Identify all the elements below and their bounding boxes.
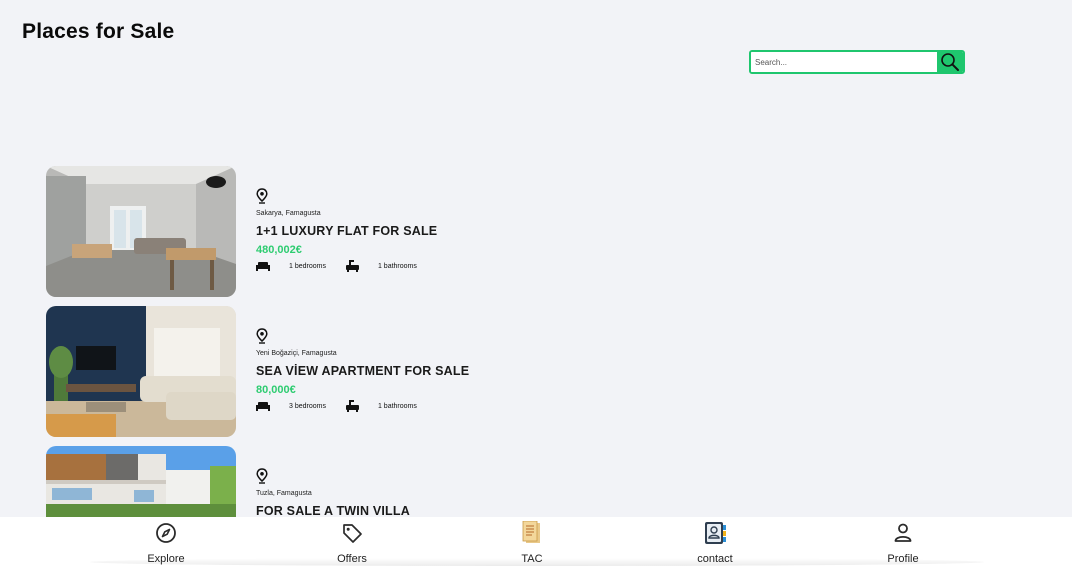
- bathtub-icon: [345, 400, 359, 412]
- tag-icon: [343, 524, 362, 543]
- nav-label: Profile: [887, 553, 919, 565]
- bathrooms-count: 1 bathrooms: [377, 262, 417, 270]
- bed-icon: [256, 261, 270, 271]
- listing-location: Yeni Boğaziçi, Famagusta: [256, 350, 337, 357]
- listing-card[interactable]: Yeni Boğaziçi, Famagusta SEA VİEW APARTM…: [46, 306, 746, 437]
- bathrooms-count: 1 bathrooms: [377, 402, 417, 410]
- nav-label: Explore: [147, 553, 185, 565]
- search-button[interactable]: [937, 52, 963, 72]
- listing-photo[interactable]: [46, 306, 236, 437]
- listing-title[interactable]: SEA VİEW APARTMENT FOR SALE: [256, 364, 469, 378]
- listing-photo[interactable]: [46, 446, 236, 517]
- bedrooms-count: 1 bedrooms: [289, 262, 326, 270]
- location-pin-icon: [256, 188, 268, 204]
- listing-card[interactable]: Tuzla, Famagusta FOR SALE A TWIN VILLA: [46, 446, 746, 517]
- search-input[interactable]: [751, 52, 937, 72]
- listing-location: Tuzla, Famagusta: [256, 490, 312, 497]
- user-icon: [894, 523, 912, 542]
- listing-info: Yeni Boğaziçi, Famagusta SEA VİEW APARTM…: [256, 328, 469, 412]
- nav-item-explore[interactable]: Explore: [126, 520, 206, 565]
- contact-book-icon: [705, 522, 726, 544]
- nav-item-tac[interactable]: TAC: [492, 520, 572, 565]
- listing-title[interactable]: FOR SALE A TWIN VILLA: [256, 504, 410, 517]
- listing-title[interactable]: 1+1 LUXURY FLAT FOR SALE: [256, 224, 437, 238]
- listings-list: Sakarya, Famagusta 1+1 LUXURY FLAT FOR S…: [46, 166, 746, 517]
- location-pin-icon: [256, 468, 268, 484]
- bedrooms-count: 3 bedrooms: [289, 402, 326, 410]
- listing-info: Sakarya, Famagusta 1+1 LUXURY FLAT FOR S…: [256, 188, 437, 272]
- listing-info: Tuzla, Famagusta FOR SALE A TWIN VILLA: [256, 468, 410, 517]
- nav-label: contact: [697, 553, 733, 565]
- document-icon: [522, 521, 540, 543]
- listing-features: 3 bedrooms 1 bathrooms: [256, 400, 469, 412]
- page-content: Places for Sale Search... Sakarya, Famag…: [0, 0, 1072, 517]
- page-title: Places for Sale: [22, 20, 175, 43]
- nav-item-contact[interactable]: contact: [675, 520, 755, 565]
- nav-item-offers[interactable]: Offers: [312, 520, 392, 565]
- bathtub-icon: [345, 260, 359, 272]
- listing-price: 480,002€: [256, 244, 302, 256]
- listing-features: 1 bedrooms 1 bathrooms: [256, 260, 437, 272]
- listing-card[interactable]: Sakarya, Famagusta 1+1 LUXURY FLAT FOR S…: [46, 166, 746, 297]
- search-bar: [749, 50, 965, 74]
- bottom-navigation: Explore Offers TAC contact Profile: [0, 517, 1074, 566]
- bed-icon: [256, 401, 270, 411]
- listing-location: Sakarya, Famagusta: [256, 210, 321, 217]
- location-pin-icon: [256, 328, 268, 344]
- nav-label: TAC: [521, 553, 543, 565]
- listing-photo[interactable]: [46, 166, 236, 297]
- nav-label: Offers: [337, 553, 367, 565]
- search-icon: [941, 53, 959, 71]
- compass-icon: [156, 523, 176, 543]
- listing-price: 80,000€: [256, 384, 296, 396]
- nav-item-profile[interactable]: Profile: [863, 520, 943, 565]
